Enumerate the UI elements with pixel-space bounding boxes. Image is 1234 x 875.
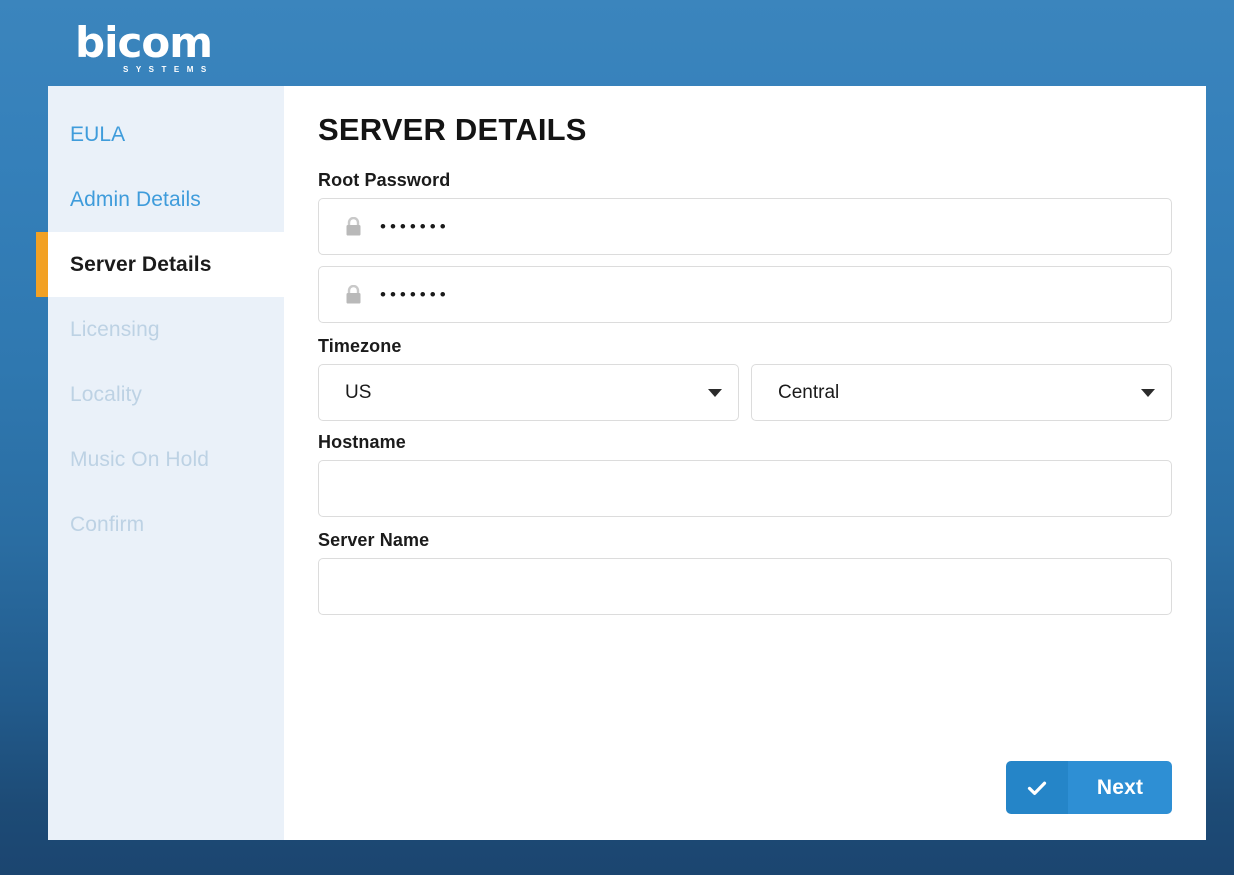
check-icon: [1027, 781, 1047, 795]
sidebar-item-label: Confirm: [70, 512, 145, 536]
sidebar-item-label: Server Details: [70, 252, 212, 276]
chevron-down-icon: [1141, 388, 1155, 397]
next-button[interactable]: Next: [1006, 761, 1172, 814]
chevron-down-icon: [708, 388, 722, 397]
brand-tagline: SYSTEMS: [123, 65, 214, 74]
sidebar-item-label: Admin Details: [70, 187, 201, 211]
sidebar-item-label: Locality: [70, 382, 143, 406]
sidebar-item-admin-details[interactable]: Admin Details: [48, 167, 284, 232]
sidebar-item-label: Licensing: [70, 317, 160, 341]
timezone-label: Timezone: [318, 336, 402, 356]
sidebar-item-locality[interactable]: Locality: [48, 362, 284, 427]
timezone-region-select[interactable]: US: [318, 364, 739, 421]
root-password-value: •••••••: [380, 217, 450, 236]
check-icon-wrapper: [1006, 761, 1068, 814]
root-password-confirm-input[interactable]: •••••••: [318, 266, 1172, 323]
timezone-row: US Central: [318, 364, 1172, 421]
page-title: SERVER DETAILS: [318, 112, 587, 147]
sidebar-item-label: Music On Hold: [70, 447, 210, 471]
root-password-confirm-value: •••••••: [380, 285, 450, 304]
wizard-steps-sidebar: EULA Admin Details Server Details Licens…: [36, 86, 284, 840]
timezone-zone-value: Central: [778, 381, 840, 403]
lock-icon: [346, 284, 361, 303]
server-name-label: Server Name: [318, 530, 430, 550]
hostname-input[interactable]: [318, 460, 1172, 517]
form-footer: Next: [1006, 761, 1172, 814]
next-button-label: Next: [1068, 761, 1172, 814]
wizard-card: EULA Admin Details Server Details Licens…: [36, 86, 1206, 840]
sidebar-item-eula[interactable]: EULA: [48, 102, 284, 167]
brand-logo: bicom SYSTEMS: [75, 22, 275, 78]
sidebar-item-server-details[interactable]: Server Details: [36, 232, 284, 297]
brand-wordmark: bicom: [75, 18, 213, 67]
sidebar-item-label: EULA: [70, 122, 126, 146]
sidebar-item-music-on-hold[interactable]: Music On Hold: [48, 427, 284, 492]
server-name-input[interactable]: [318, 558, 1172, 615]
server-details-form: SERVER DETAILS Root Password ••••••• •••…: [284, 86, 1206, 840]
hostname-label: Hostname: [318, 432, 406, 452]
sidebar-item-confirm[interactable]: Confirm: [48, 492, 284, 557]
root-password-label: Root Password: [318, 170, 451, 190]
root-password-input[interactable]: •••••••: [318, 198, 1172, 255]
timezone-zone-select[interactable]: Central: [751, 364, 1172, 421]
sidebar-item-licensing[interactable]: Licensing: [48, 297, 284, 362]
timezone-region-value: US: [345, 381, 372, 403]
lock-icon: [346, 216, 361, 235]
